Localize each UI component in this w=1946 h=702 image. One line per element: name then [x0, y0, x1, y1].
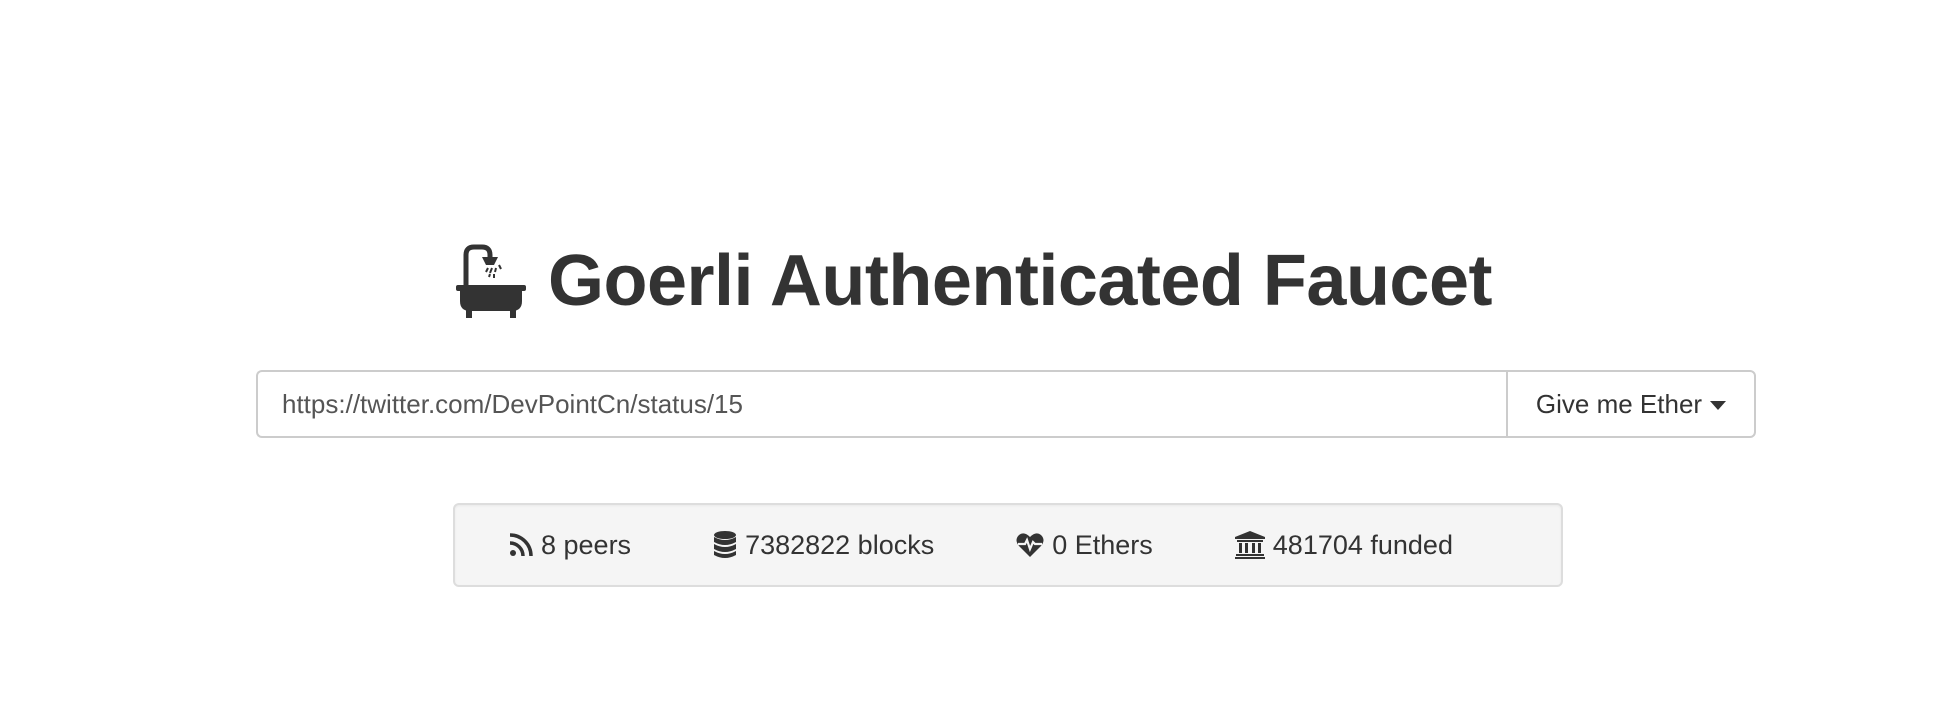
rss-icon: [509, 533, 533, 557]
faucet-page: Goerli Authenticated Faucet Give me Ethe…: [0, 0, 1946, 702]
bath-icon: [454, 243, 528, 319]
stats-bar: 8 peers 7382822 blocks 0 Ethers 481704 f…: [453, 503, 1563, 587]
bank-icon: [1234, 531, 1265, 559]
page-title: Goerli Authenticated Faucet: [548, 241, 1492, 321]
funded-label: 481704 funded: [1272, 529, 1453, 560]
page-header: Goerli Authenticated Faucet: [0, 236, 1946, 326]
stat-ethers: 0 Ethers: [1016, 530, 1153, 561]
give-me-ether-label: Give me Ether: [1535, 388, 1703, 419]
url-input[interactable]: [256, 370, 1506, 438]
blocks-label: 7382822 blocks: [745, 529, 935, 560]
stat-funded: 481704 funded: [1234, 529, 1453, 561]
stat-peers: 8 peers: [509, 530, 631, 561]
request-form: Give me Ether: [256, 370, 1756, 438]
stat-blocks: 7382822 blocks: [713, 530, 934, 561]
give-me-ether-button[interactable]: Give me Ether: [1506, 370, 1756, 438]
database-icon: [713, 531, 737, 559]
peers-label: 8 peers: [541, 529, 632, 560]
caret-down-icon: [1710, 400, 1727, 410]
heartbeat-icon: [1016, 532, 1044, 558]
ethers-label: 0 Ethers: [1052, 529, 1153, 560]
